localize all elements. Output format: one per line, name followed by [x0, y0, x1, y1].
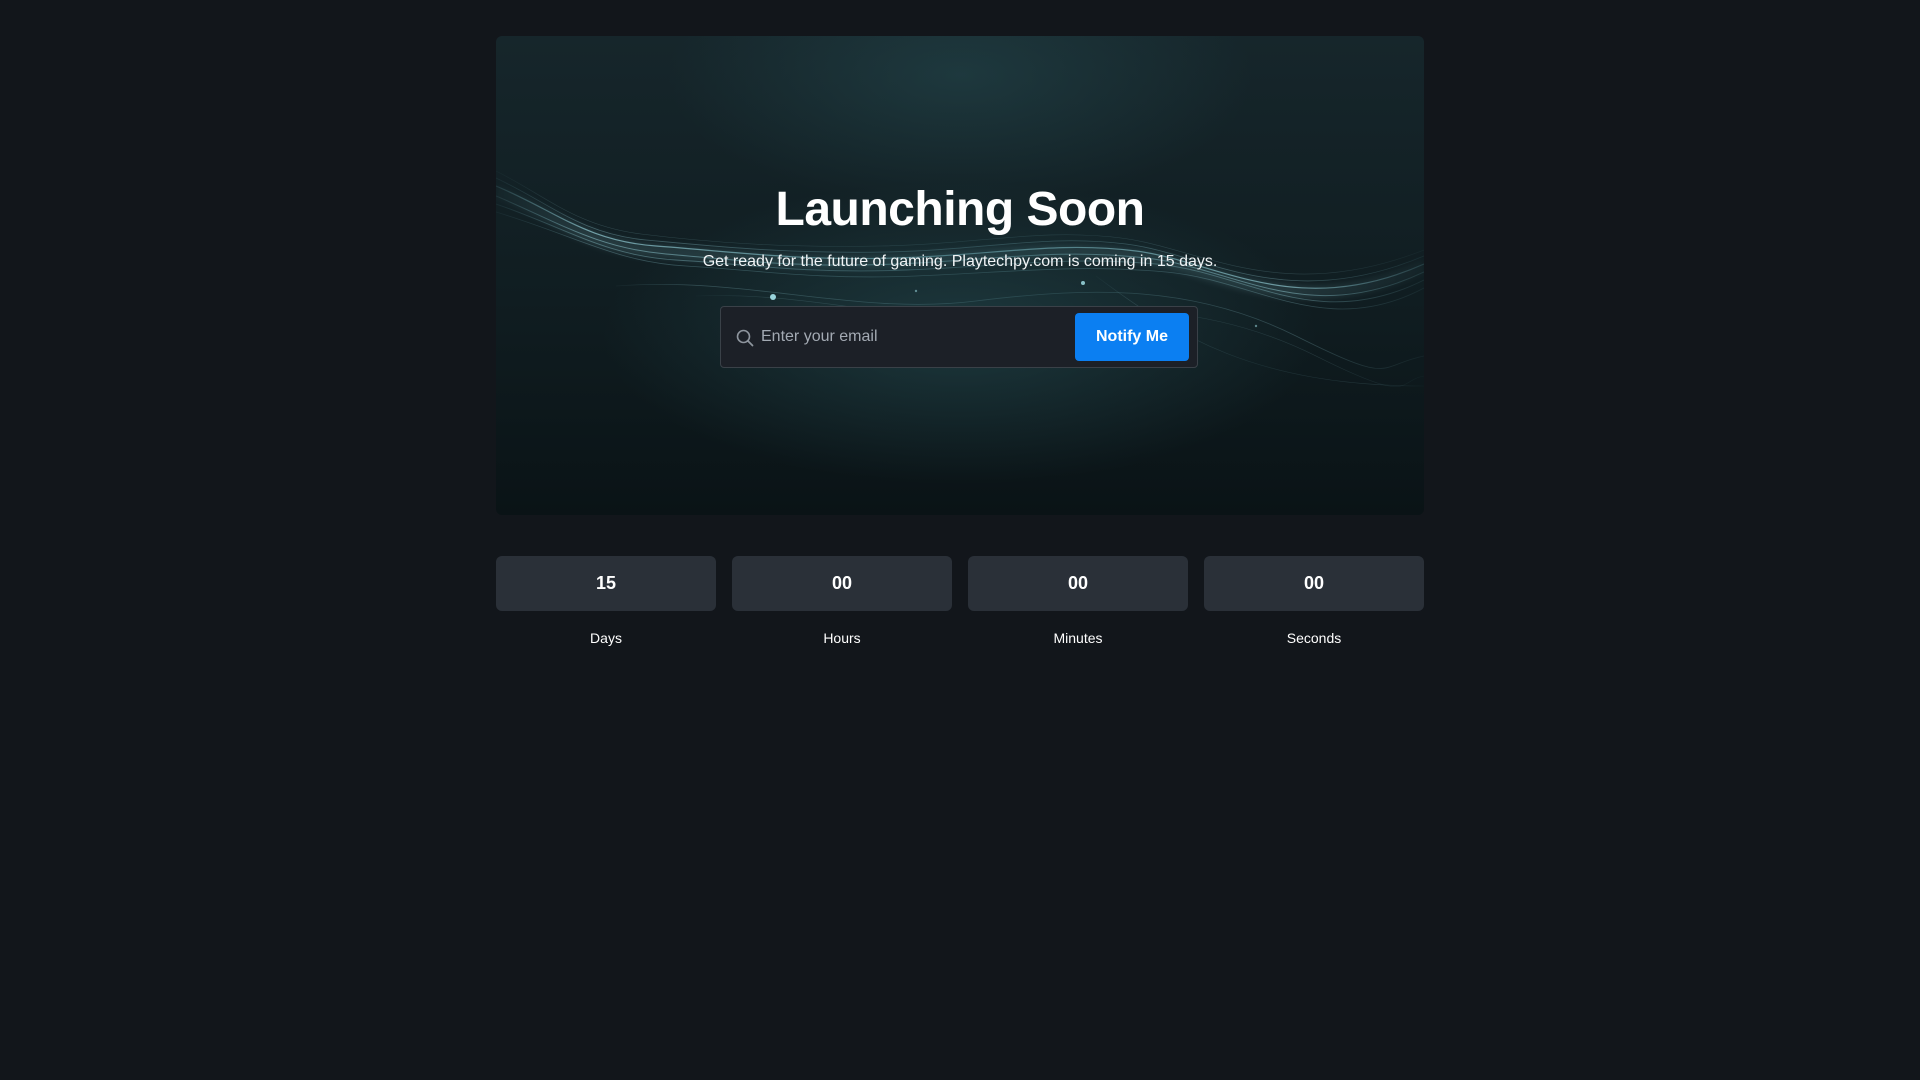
countdown-seconds-value: 00	[1204, 556, 1424, 611]
countdown-hours-value: 00	[732, 556, 952, 611]
hero-wave-background	[496, 170, 1424, 387]
page-title: Launching Soon	[775, 183, 1145, 236]
countdown-minutes-value: 00	[968, 556, 1188, 611]
countdown-days-label: Days	[590, 630, 622, 646]
search-icon	[735, 328, 755, 348]
countdown-hours: 00 Hours	[732, 556, 952, 646]
countdown-minutes: 00 Minutes	[968, 556, 1188, 646]
notify-me-button[interactable]: Notify Me	[1075, 313, 1189, 361]
launch-page: Launching Soon Get ready for the future …	[0, 0, 1920, 1080]
countdown-days-value: 15	[496, 556, 716, 611]
countdown-seconds-label: Seconds	[1286, 630, 1342, 646]
countdown-days: 15 Days	[496, 556, 716, 646]
email-input[interactable]	[761, 321, 1061, 353]
hero-banner: Launching Soon Get ready for the future …	[496, 36, 1424, 515]
countdown-hours-label: Hours	[823, 630, 861, 646]
page-subtitle: Get ready for the future of gaming. Play…	[702, 253, 1218, 270]
email-signup-form: Notify Me	[720, 306, 1198, 368]
countdown-seconds: 00 Seconds	[1204, 556, 1424, 646]
countdown-timer: 15 Days 00 Hours 00 Minutes 00 Seconds	[496, 556, 1424, 646]
countdown-minutes-label: Minutes	[1053, 630, 1103, 646]
